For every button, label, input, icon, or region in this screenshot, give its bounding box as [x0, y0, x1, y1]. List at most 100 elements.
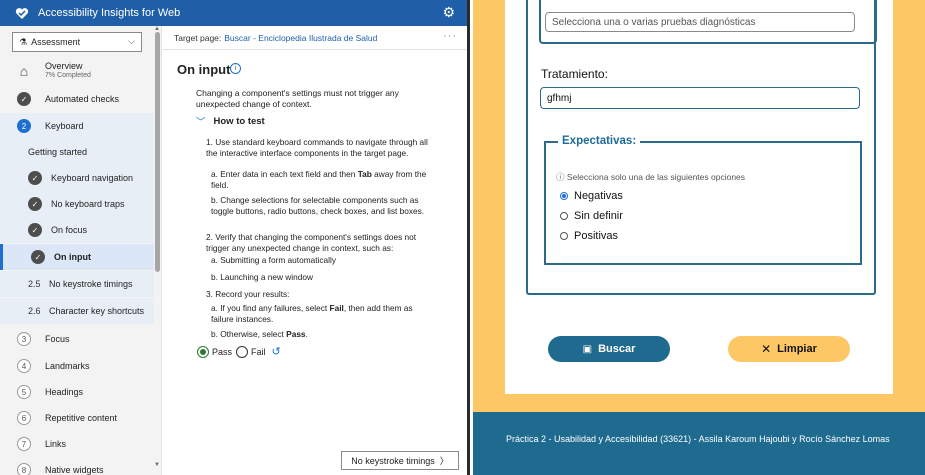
- step-number-badge: 4: [17, 359, 31, 373]
- nav-item-on-input[interactable]: ✓ On input: [0, 244, 154, 270]
- nav-item-label: Keyboard: [45, 121, 84, 131]
- option-label: Negativas: [574, 190, 623, 202]
- nav-item-label: Native widgets: [45, 465, 104, 475]
- accessibility-insights-window: Accessibility Insights for Web ⚙ ⚗ Asses…: [0, 0, 470, 475]
- nav-item-label: Automated checks: [45, 94, 120, 104]
- option-sin-definir[interactable]: Sin definir: [560, 210, 623, 222]
- nav-item-label: Landmarks: [45, 361, 90, 371]
- undo-icon[interactable]: ↺: [272, 345, 281, 358]
- nav-item-links[interactable]: 7 Links: [0, 431, 154, 457]
- nav-item-on-focus[interactable]: ✓ On focus: [0, 217, 154, 243]
- step-number-badge: 6: [17, 411, 31, 425]
- nav-item-label: Getting started: [28, 147, 88, 157]
- pass-radio[interactable]: [197, 345, 209, 358]
- step-3b: b. Otherwise, select Pass.: [211, 329, 436, 340]
- target-web-page: Selecciona una o varias pruebas diagnóst…: [473, 0, 925, 475]
- mode-select-value: Assessment: [31, 37, 81, 47]
- nav-item-native-widgets[interactable]: 8 Native widgets: [0, 457, 154, 475]
- more-options-icon[interactable]: ···: [443, 30, 457, 42]
- option-positivas[interactable]: Positivas: [560, 230, 618, 242]
- app-title: Accessibility Insights for Web: [38, 7, 181, 19]
- progress-label: 7% Completed: [45, 72, 91, 79]
- check-circle-icon: ✓: [17, 92, 31, 106]
- step-number: 2.6: [28, 306, 41, 316]
- check-circle-icon: ✓: [28, 171, 42, 185]
- step-text: a. Enter data in each text field and the…: [211, 169, 358, 179]
- diagnostics-multiselect[interactable]: Selecciona una o varias pruebas diagnóst…: [545, 12, 855, 32]
- how-to-test-toggle[interactable]: ﹀ How to test: [196, 114, 265, 129]
- info-icon[interactable]: i: [230, 63, 241, 74]
- step-1a: a. Enter data in each text field and the…: [211, 169, 436, 190]
- search-button[interactable]: ▣ Buscar: [548, 336, 670, 362]
- nav-item-headings[interactable]: 5 Headings: [0, 379, 154, 405]
- heart-logo-icon: [14, 5, 30, 21]
- nav-item-label: Headings: [45, 387, 84, 397]
- search-button-label: Buscar: [598, 343, 636, 355]
- step-number-badge: 7: [17, 437, 31, 451]
- pass-label: Pass: [212, 346, 233, 357]
- site-footer: Práctica 2 - Usabilidad y Accesibilidad …: [473, 412, 925, 475]
- step-number: 2.5: [28, 279, 41, 289]
- nav-item-overview[interactable]: ⌂ Overview 7% Completed: [0, 58, 154, 84]
- nav-item-label: Links: [45, 439, 67, 449]
- radio-negativas[interactable]: [560, 192, 568, 200]
- nav-item-focus[interactable]: 3 Focus: [0, 326, 154, 352]
- treatment-label: Tratamiento:: [541, 67, 608, 81]
- nav-item-keyboard[interactable]: 2 Keyboard: [0, 113, 154, 139]
- footer-text: Práctica 2 - Usabilidad y Accesibilidad …: [506, 434, 890, 444]
- nav-item-no-keystroke-timings[interactable]: 2.5 No keystroke timings: [0, 271, 154, 297]
- search-form-card: Selecciona una o varias pruebas diagnóst…: [505, 0, 893, 394]
- nav-item-landmarks[interactable]: 4 Landmarks: [0, 353, 154, 379]
- scroll-down-arrow[interactable]: ▼: [154, 462, 160, 468]
- nav-item-label: Character key shortcuts: [49, 306, 145, 316]
- step-2: 2. Verify that changing the component's …: [206, 232, 417, 253]
- nav-item-label: Overview: [45, 61, 83, 71]
- treatment-value: gfhmj: [547, 92, 572, 104]
- step-text: b. Otherwise, select: [211, 329, 287, 339]
- gear-icon[interactable]: ⚙: [442, 4, 455, 21]
- nav-item-automated-checks[interactable]: ✓ Automated checks: [0, 86, 154, 112]
- step-3: 3. Record your results:: [206, 289, 290, 299]
- chevron-down-icon: ⌵: [128, 36, 135, 46]
- home-icon: ⌂: [19, 63, 29, 79]
- mode-select[interactable]: ⚗ Assessment ⌵: [12, 32, 142, 52]
- assessment-nav: ⚗ Assessment ⌵ ▲ ▼ ⌂ Overview 7% Complet…: [0, 26, 162, 475]
- radio-sin-definir[interactable]: [560, 212, 568, 220]
- nav-item-label: On input: [54, 252, 91, 262]
- nav-scrollbar[interactable]: [155, 32, 160, 272]
- step-text: a. If you find any failures, select: [211, 303, 330, 313]
- step-text: .: [305, 329, 308, 339]
- next-requirement-button[interactable]: No keystroke timings 〉: [341, 451, 459, 470]
- beaker-icon: ⚗: [19, 36, 28, 47]
- how-to-test-label: How to test: [213, 115, 265, 127]
- clear-button[interactable]: ✕ Limpiar: [728, 336, 850, 362]
- target-page-link[interactable]: Buscar - Enciclopedia Ilustrada de Salud: [224, 33, 377, 43]
- step-2b: b. Launching a new window: [211, 272, 313, 282]
- treatment-input[interactable]: gfhmj: [540, 87, 860, 109]
- target-page-bar: Target page: Buscar - Enciclopedia Ilust…: [163, 26, 467, 50]
- pass-fail-group: Pass Fail ↺: [197, 345, 281, 358]
- nav-item-no-keyboard-traps[interactable]: ✓ No keyboard traps: [0, 191, 154, 217]
- close-icon: ✕: [761, 342, 772, 356]
- nav-item-label: Repetitive content: [45, 413, 118, 423]
- step-bold-text: Fail: [329, 303, 344, 313]
- step-bold-text: Tab: [357, 169, 372, 179]
- next-button-label: No keystroke timings: [351, 455, 435, 466]
- radio-positivas[interactable]: [560, 232, 568, 240]
- option-negativas[interactable]: Negativas: [560, 190, 623, 202]
- nav-item-character-key-shortcuts[interactable]: 2.6 Character key shortcuts: [0, 298, 154, 324]
- nav-item-getting-started[interactable]: Getting started: [0, 139, 154, 165]
- requirement-panel: Target page: Buscar - Enciclopedia Ilust…: [163, 26, 467, 475]
- chevron-down-icon: ﹀: [196, 117, 206, 128]
- step-number-badge: 2: [17, 119, 31, 133]
- requirement-title: On input: [177, 62, 231, 77]
- nav-item-repetitive-content[interactable]: 6 Repetitive content: [0, 405, 154, 431]
- title-bar: Accessibility Insights for Web ⚙: [0, 0, 467, 26]
- step-number-badge: 3: [17, 332, 31, 346]
- fail-radio[interactable]: [236, 345, 249, 358]
- diagnostics-placeholder: Selecciona una o varias pruebas diagnóst…: [552, 16, 756, 28]
- nav-item-keyboard-navigation[interactable]: ✓ Keyboard navigation: [0, 165, 154, 191]
- nav-item-label: No keyboard traps: [51, 199, 125, 209]
- step-1: 1. Use standard keyboard commands to nav…: [206, 137, 428, 158]
- clear-button-label: Limpiar: [777, 343, 817, 355]
